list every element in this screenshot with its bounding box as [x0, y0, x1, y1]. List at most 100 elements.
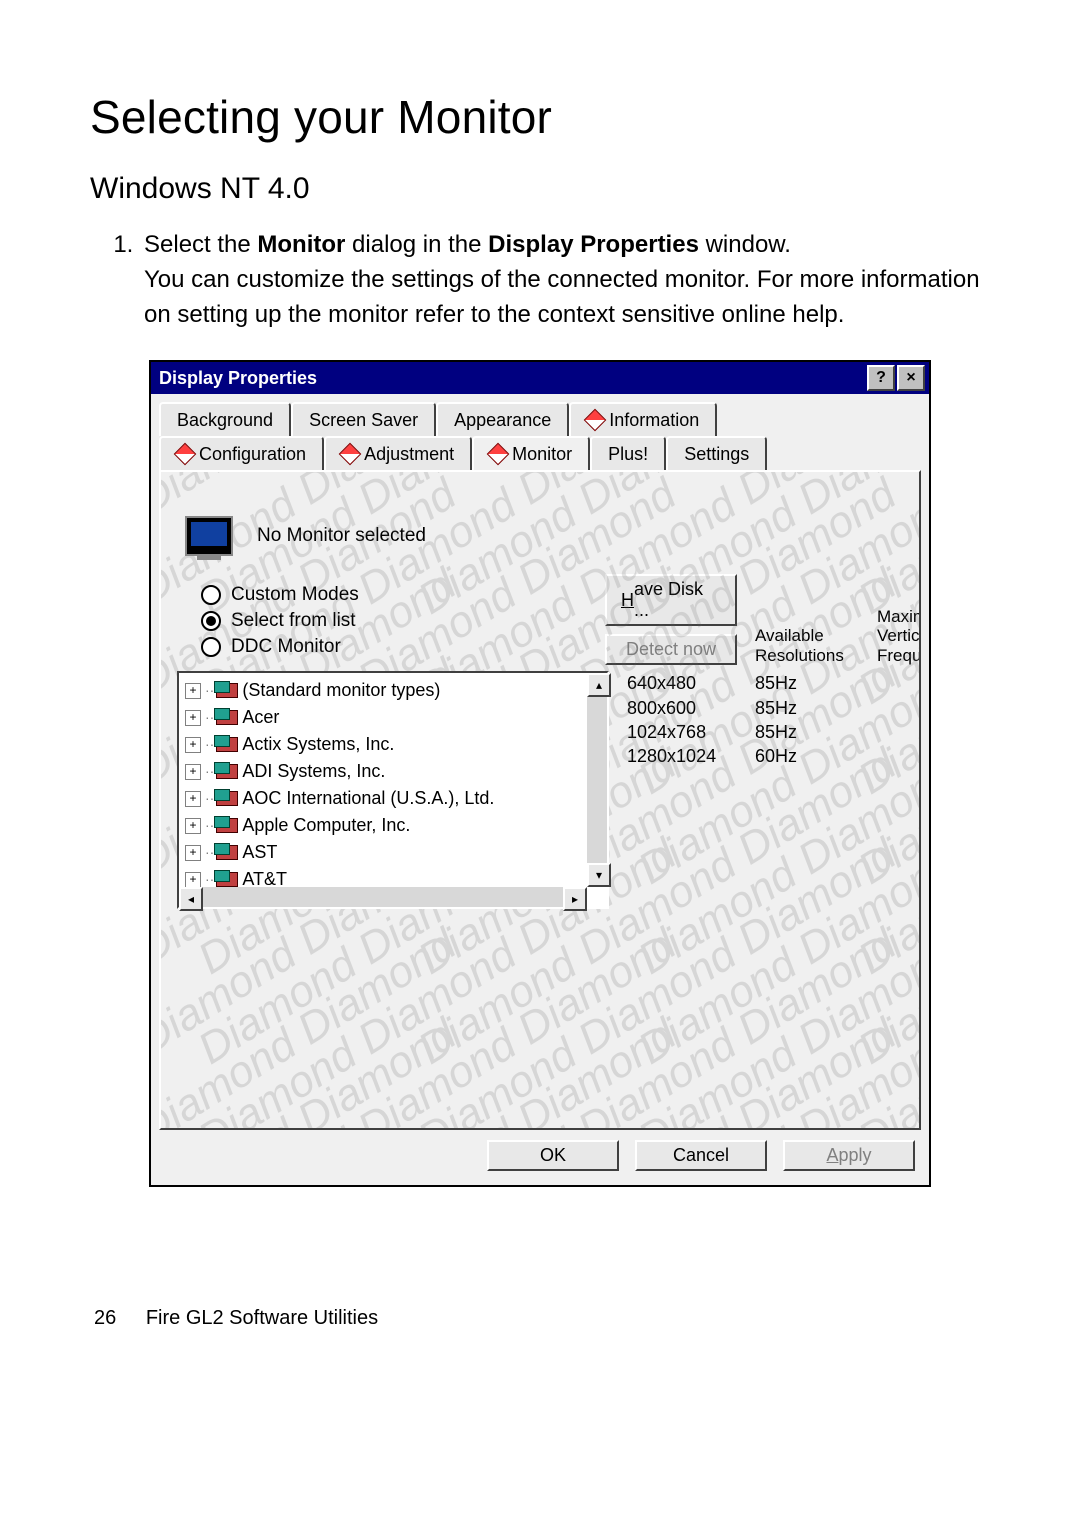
tab-plus-label: Plus! [608, 444, 648, 465]
tree-connector: ·· [205, 734, 214, 755]
close-button[interactable]: × [897, 365, 925, 391]
expand-icon[interactable]: + [185, 872, 201, 888]
tab-information[interactable]: Information [569, 402, 717, 436]
radio-ddc-monitor[interactable]: DDC Monitor [201, 634, 583, 660]
page-footer: 26 Fire GL2 Software Utilities [90, 1307, 990, 1330]
folder-icon [218, 765, 238, 779]
mode-radio-group: Custom Modes Select from list DDC Monito… [201, 582, 583, 660]
tree-vertical-scrollbar[interactable]: ▴ ▾ [587, 673, 607, 887]
tree-item-label: AST [242, 839, 277, 866]
apply-label: pply [838, 1145, 871, 1166]
diamond-icon [584, 409, 607, 432]
detect-now-button[interactable]: Detect now [605, 634, 737, 665]
expand-icon[interactable]: + [185, 710, 201, 726]
folder-icon [218, 792, 238, 806]
tab-plus[interactable]: Plus! [590, 436, 666, 470]
section-title: Windows NT 4.0 [90, 172, 990, 206]
tree-item[interactable]: +·· (Standard monitor types) [181, 677, 605, 704]
tabs-row-2: Configuration Adjustment Monitor Plus! S… [159, 436, 921, 470]
tab-settings-label: Settings [684, 444, 749, 465]
folder-icon [218, 873, 238, 887]
tree-item-label: ADI Systems, Inc. [242, 758, 385, 785]
radio-custom-modes[interactable]: Custom Modes [201, 582, 583, 608]
radio-ddc-label: DDC Monitor [231, 636, 341, 658]
diamond-icon [487, 443, 510, 466]
tree-item-label: Acer [242, 704, 279, 731]
tree-connector: ·· [205, 680, 214, 701]
radio-custom-label: Custom Modes [231, 584, 359, 606]
tab-panel-monitor: Diamond Diamond Diamond Diamond Diamond … [159, 470, 921, 1130]
folder-icon [218, 738, 238, 752]
folder-icon [218, 819, 238, 833]
ok-button[interactable]: OK [487, 1140, 619, 1171]
tree-connector: ·· [205, 815, 214, 836]
resolution-row: 800x600 85Hz [627, 696, 797, 720]
header-maximum: Maximum [877, 607, 921, 627]
footer-section: Fire GL2 Software Utilities [146, 1307, 378, 1329]
tab-adjustment[interactable]: Adjustment [324, 436, 472, 470]
monitor-icon [185, 516, 233, 556]
apply-button[interactable]: Apply [783, 1140, 915, 1171]
header-vertical: Vertical [877, 626, 921, 646]
tab-configuration[interactable]: Configuration [159, 436, 324, 470]
tab-settings[interactable]: Settings [666, 436, 767, 470]
help-button[interactable]: ? [867, 365, 895, 391]
expand-icon[interactable]: + [185, 845, 201, 861]
radio-select-from-list[interactable]: Select from list [201, 608, 583, 634]
resolution-row: 1024x768 85Hz [627, 720, 797, 744]
refresh-rate-value: 60Hz [755, 744, 797, 768]
have-disk-button[interactable]: Have Disk ... [605, 574, 737, 626]
scroll-right-icon[interactable]: ▸ [563, 887, 587, 911]
expand-icon[interactable]: + [185, 818, 201, 834]
columns-header: Available Resolutions Maximum Vertical F… [755, 572, 921, 665]
tree-item[interactable]: +·· Actix Systems, Inc. [181, 731, 605, 758]
tree-item[interactable]: +··ADI Systems, Inc. [181, 758, 605, 785]
step-1-bold-monitor: Monitor [257, 231, 345, 258]
tab-screensaver-label: Screen Saver [309, 410, 418, 431]
expand-icon[interactable]: + [185, 737, 201, 753]
tree-item-label: (Standard monitor types) [242, 677, 440, 704]
resolution-value: 800x600 [627, 696, 737, 720]
refresh-rate-value: 85Hz [755, 696, 797, 720]
radio-icon [201, 637, 221, 657]
step-1-para: You can customize the settings of the co… [144, 263, 990, 333]
tab-background[interactable]: Background [159, 402, 291, 436]
manufacturer-tree[interactable]: +··(Standard monitor types)+··Acer+··Act… [177, 671, 609, 909]
tree-item-label: Apple Computer, Inc. [242, 812, 410, 839]
resolution-value: 1024x768 [627, 720, 737, 744]
scroll-up-icon[interactable]: ▴ [587, 673, 611, 697]
page-title: Selecting your Monitor [90, 90, 990, 144]
tree-connector: ·· [205, 707, 214, 728]
tree-item[interactable]: +··AST [181, 839, 605, 866]
dialog-titlebar: Display Properties ? × [151, 362, 929, 394]
have-disk-label: ave Disk ... [634, 579, 721, 621]
tree-item-label: Actix Systems, Inc. [242, 731, 394, 758]
tree-horizontal-scrollbar[interactable]: ◂ ▸ [179, 887, 587, 907]
tree-item[interactable]: +··AOC International (U.S.A.), Ltd. [181, 785, 605, 812]
cancel-button[interactable]: Cancel [635, 1140, 767, 1171]
expand-icon[interactable]: + [185, 764, 201, 780]
tab-screensaver[interactable]: Screen Saver [291, 402, 436, 436]
display-properties-dialog: Display Properties ? × Background Screen… [149, 360, 931, 1187]
tab-appearance[interactable]: Appearance [436, 402, 569, 436]
tree-item-label: AOC International (U.S.A.), Ltd. [242, 785, 494, 812]
expand-icon[interactable]: + [185, 791, 201, 807]
resolution-value: 1280x1024 [627, 744, 737, 768]
step-1-text-c: window. [699, 231, 791, 258]
radio-icon [201, 611, 221, 631]
have-disk-accel: H [621, 590, 634, 611]
resolution-list: 640x48085Hz800x600 85Hz 1024x768 85Hz 1280x1… [627, 671, 797, 909]
resolution-row: 640x48085Hz [627, 671, 797, 695]
expand-icon[interactable]: + [185, 683, 201, 699]
scroll-left-icon[interactable]: ◂ [179, 887, 203, 911]
refresh-rate-value: 85Hz [755, 720, 797, 744]
scroll-down-icon[interactable]: ▾ [587, 863, 611, 887]
folder-icon [218, 684, 238, 698]
diamond-icon [174, 443, 197, 466]
tab-background-label: Background [177, 410, 273, 431]
tab-monitor[interactable]: Monitor [472, 436, 590, 470]
refresh-rate-value: 85Hz [755, 671, 797, 695]
tree-item[interactable]: +·· Acer [181, 704, 605, 731]
tree-item[interactable]: +·· Apple Computer, Inc. [181, 812, 605, 839]
monitor-status-text: No Monitor selected [257, 525, 426, 547]
